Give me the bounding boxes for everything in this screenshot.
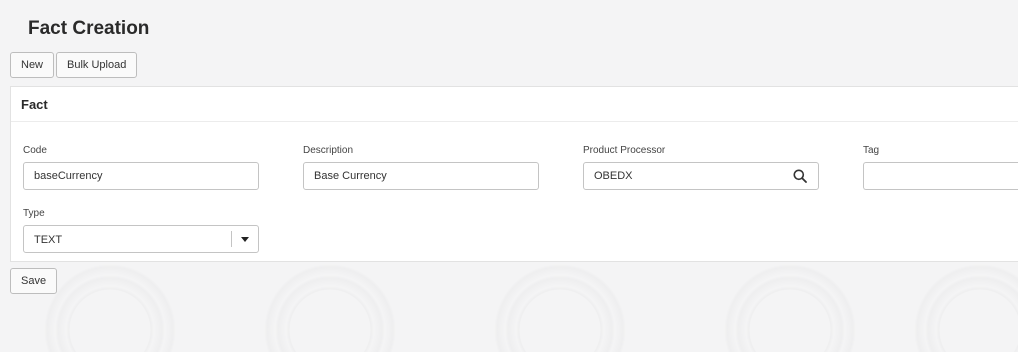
- fact-panel: Fact Code Description Product Processor …: [10, 86, 1018, 262]
- new-button[interactable]: New: [10, 52, 55, 78]
- search-icon[interactable]: [787, 163, 813, 189]
- type-label: Type: [23, 208, 45, 219]
- description-input[interactable]: [303, 162, 539, 190]
- product-processor-label: Product Processor: [583, 145, 666, 156]
- type-select[interactable]: TEXT: [23, 225, 259, 253]
- tag-input[interactable]: [863, 162, 1018, 190]
- select-divider: [231, 231, 232, 247]
- product-processor-input[interactable]: [583, 162, 819, 190]
- tag-label: Tag: [863, 145, 880, 156]
- page-title: Fact Creation: [28, 18, 150, 39]
- code-label: Code: [23, 145, 47, 156]
- code-input[interactable]: [23, 162, 259, 190]
- chevron-down-icon[interactable]: [241, 237, 249, 242]
- fact-section-title: Fact: [21, 97, 48, 112]
- fact-panel-header: Fact: [11, 87, 1018, 122]
- bulk-upload-button[interactable]: Bulk Upload: [56, 52, 138, 78]
- save-button[interactable]: Save: [10, 268, 58, 294]
- description-label: Description: [303, 145, 354, 156]
- type-select-value: TEXT: [34, 234, 63, 246]
- toolbar: New Bulk Upload: [10, 52, 138, 78]
